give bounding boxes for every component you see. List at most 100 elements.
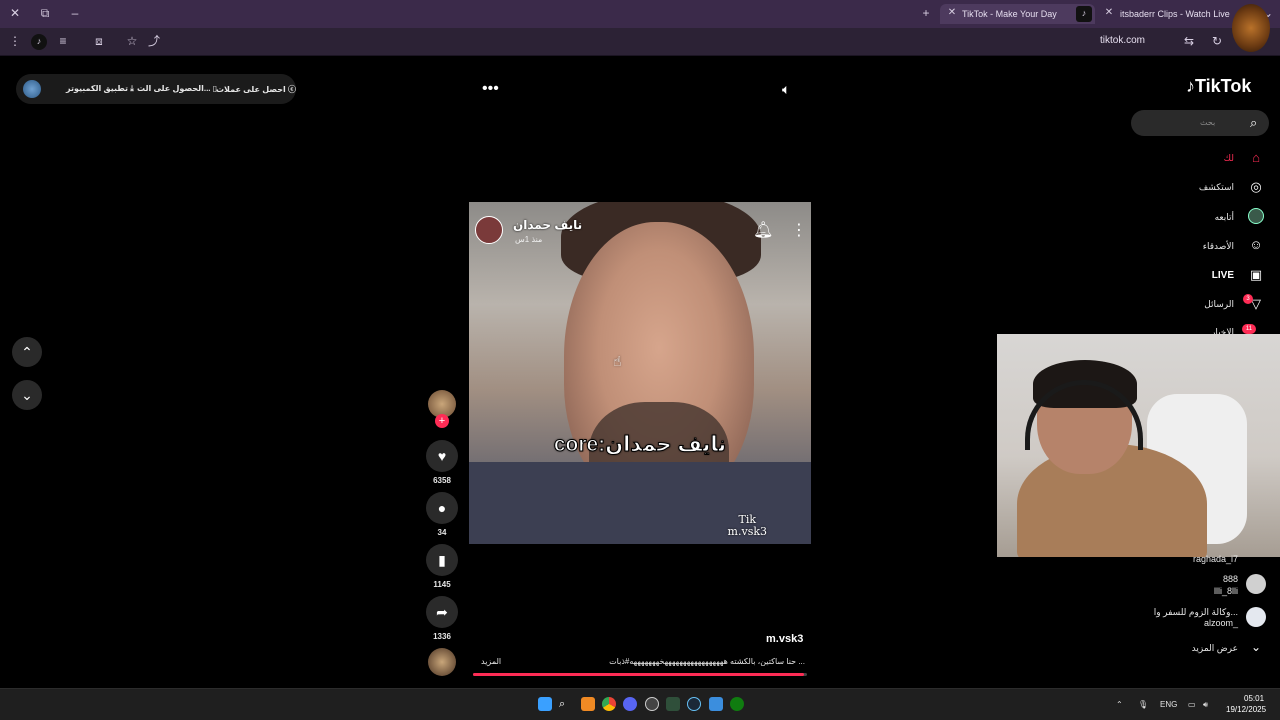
messages-badge: 3 [1243, 294, 1253, 304]
video-progress-bar[interactable] [473, 673, 807, 676]
suggested-account-name[interactable]: raghada_i7 [1193, 554, 1238, 564]
live-icon[interactable]: ▣ [1248, 267, 1264, 283]
sidebar-item-friends[interactable]: الأصدقاء [1203, 241, 1234, 252]
tab-title: itsbaderr Clips - Watch Live on [1120, 9, 1230, 19]
chrome-icon[interactable] [602, 697, 616, 711]
music-disc-avatar[interactable] [428, 648, 456, 676]
windows-start-icon[interactable] [538, 697, 552, 711]
close-tab-icon[interactable]: ✕ [944, 6, 960, 22]
tab-tiktok[interactable]: TikTok - Make Your Day [940, 4, 1095, 24]
suggested-account-name[interactable]: 888 [1223, 574, 1238, 584]
close-tab-icon[interactable]: ✕ [1101, 6, 1117, 22]
video-posted-time: منذ 1س [515, 235, 543, 244]
suggested-account-handle[interactable]: alzoom_ [1204, 618, 1238, 628]
sidebar-item-for-you[interactable]: لك [1224, 153, 1234, 164]
more-button[interactable]: المزيد [481, 657, 501, 666]
sidebar-item-explore[interactable]: استكشف [1199, 182, 1234, 193]
browser-toolbar: ⋮ ♪ ≡ ⧈ ☆ ⤴ ⇆ ↻ [0, 28, 1280, 56]
volume-icon[interactable]: 🔈︎ [782, 81, 790, 98]
video-watermark: Tik m.vsk3 [728, 514, 767, 538]
share-button[interactable]: ➦ [426, 596, 458, 628]
share-icon[interactable]: ⤴ [146, 34, 162, 50]
follow-plus-icon[interactable]: + [435, 414, 449, 428]
video-author-handle[interactable]: m.vsk3 [766, 633, 803, 645]
obs-icon[interactable] [645, 697, 659, 711]
new-tab-icon[interactable]: + [918, 6, 934, 22]
save-button[interactable]: ▮ [426, 544, 458, 576]
profile-icon[interactable]: ♪ [31, 34, 47, 50]
bookmark-star-icon[interactable]: ☆ [124, 34, 140, 50]
tab-title: TikTok - Make Your Day [962, 9, 1057, 19]
tiktok-logo[interactable]: ♪TikTok [1186, 76, 1251, 97]
get-app-label: الحصول على الت... [137, 84, 211, 93]
see-more-link[interactable]: عرض المزيد [1192, 643, 1238, 654]
network-icon[interactable]: ▭ [1188, 700, 1196, 709]
home-icon[interactable]: ⌂ [1248, 150, 1264, 166]
tray-chevron-icon[interactable]: ⌃ [1116, 700, 1123, 709]
heart-icon: ♥ [437, 448, 447, 464]
xbox-icon[interactable] [730, 697, 744, 711]
more-options-icon[interactable]: ••• [482, 80, 499, 98]
suggested-account-handle[interactable]: llli_8lli [1214, 586, 1238, 596]
reload-icon[interactable]: ↻ [1209, 34, 1225, 50]
clock-time[interactable]: 05:01 [1244, 694, 1264, 703]
share-arrow-icon: ➦ [436, 604, 448, 620]
media-control-icon[interactable]: ≡ [55, 34, 71, 50]
app-orange-icon[interactable] [581, 697, 595, 711]
suggested-account-avatar[interactable] [1246, 574, 1266, 594]
suggested-account-name[interactable]: وكالة الزوم للسفر وا... [1154, 607, 1238, 618]
suggested-account-avatar[interactable] [1246, 607, 1266, 627]
search-icon[interactable]: ⌕ [559, 697, 573, 711]
close-window-icon[interactable]: ✕ [7, 6, 23, 22]
app-green-icon[interactable] [666, 697, 680, 711]
tab-kick[interactable]: itsbaderr Clips - Watch Live on [1100, 4, 1230, 24]
next-video-button[interactable]: ⌄ [12, 380, 42, 410]
chevron-down-icon[interactable]: ⌄ [1251, 640, 1261, 654]
speaker-icon[interactable]: 🔊︎ [1203, 700, 1208, 710]
menu-dots-icon[interactable]: ⋮ [7, 34, 23, 50]
get-coins-button[interactable]: احصل على عملات ⓒ [216, 84, 296, 95]
comment-icon: ● [437, 500, 447, 516]
sidebar-item-messages[interactable]: الرسائل [1204, 299, 1234, 310]
browser-profile-avatar[interactable] [1232, 4, 1270, 52]
photos-icon[interactable] [709, 697, 723, 711]
discord-icon[interactable] [623, 697, 637, 711]
following-icon[interactable] [1248, 208, 1264, 224]
comment-button[interactable]: ● [426, 492, 458, 524]
get-coins-label: احصل على عملات [216, 85, 286, 94]
previous-video-button[interactable]: ⌃ [12, 337, 42, 367]
tiktok-tab-icon: ♪ [1076, 6, 1092, 22]
language-indicator[interactable]: ENG [1160, 700, 1177, 709]
windows-taskbar [0, 688, 1280, 720]
site-settings-icon[interactable]: ⇆ [1181, 34, 1197, 50]
video-author-name: نايف حمدان [513, 218, 583, 232]
mouse-cursor-icon: ☝ [613, 353, 622, 369]
like-count: 6358 [433, 476, 451, 485]
get-app-button[interactable]: الحصول على الت... ▯ [137, 84, 217, 93]
steam-icon[interactable] [687, 697, 701, 711]
video-menu-icon: ⋮ [791, 222, 807, 239]
video-description: حنا ساكتين، بالكشته هههههههههههههههههخهه… [609, 657, 805, 666]
microphone-icon[interactable]: 🎙︎ [1138, 700, 1148, 709]
address-bar-url[interactable]: tiktok.com [1100, 35, 1145, 46]
logo-text: TikTok [1195, 76, 1252, 96]
video-player[interactable]: نايف حمدان منذ 1س 🔔︎ ⋮ core:نايف حمدان T… [469, 202, 811, 544]
coin-icon: ⓒ [287, 85, 296, 94]
watermark-line2: m.vsk3 [727, 525, 767, 538]
friends-icon[interactable]: ☺ [1248, 237, 1264, 253]
search-icon[interactable]: ⌕ [1250, 115, 1257, 131]
like-button[interactable]: ♥ [426, 440, 458, 472]
video-author-avatar [475, 216, 503, 244]
desktop-app-button[interactable]: تطبيق الكمبيوتر ⤓ [66, 84, 134, 94]
share-count: 1336 [433, 632, 451, 641]
extensions-icon[interactable]: ⧈ [91, 34, 107, 50]
sidebar-item-following[interactable]: أتابعه [1215, 212, 1234, 223]
comment-count: 34 [437, 528, 447, 537]
compass-icon[interactable]: ◎ [1248, 179, 1264, 195]
restore-window-icon[interactable]: ⧉ [37, 6, 53, 22]
tiktok-note-icon: ♪ [1186, 76, 1195, 96]
minimize-window-icon[interactable]: – [67, 6, 83, 22]
user-avatar[interactable] [23, 80, 41, 98]
sidebar-item-live[interactable]: LIVE [1212, 270, 1234, 281]
clock-date[interactable]: 19/12/2025 [1226, 705, 1266, 714]
